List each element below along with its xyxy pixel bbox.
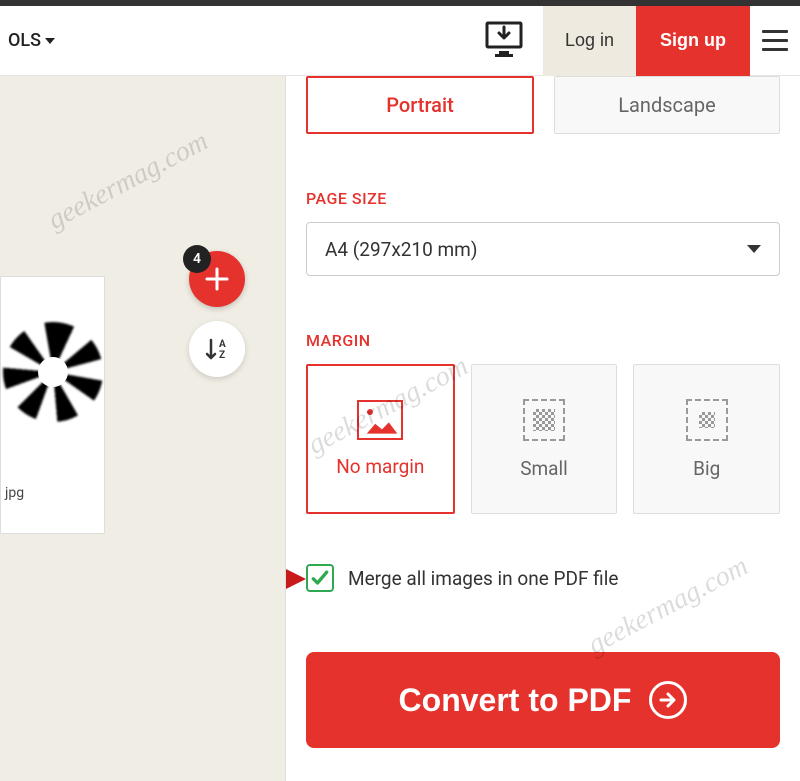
caret-down-icon [45,38,55,44]
sort-button[interactable]: A Z [189,321,245,377]
page-size-select[interactable]: A4 (297x210 mm) [306,222,780,276]
convert-to-pdf-button[interactable]: Convert to PDF [306,652,780,748]
margin-label: MARGIN [306,331,780,350]
arrow-right-circle-icon [649,681,687,719]
hamburger-menu-button[interactable] [750,30,800,51]
signup-button[interactable]: Sign up [636,6,750,76]
margin-small-icon [523,399,565,441]
left-panel: jpg 4 A Z [0,76,285,781]
margin-big[interactable]: Big [633,364,780,514]
thumbnail-filename: jpg [1,467,104,505]
orientation-portrait[interactable]: Portrait [306,76,534,134]
page-size-value: A4 (297x210 mm) [325,238,477,261]
login-button[interactable]: Log in [543,6,636,76]
margin-small[interactable]: Small [471,364,618,514]
margin-no-margin[interactable]: No margin [306,364,455,514]
svg-text:A: A [219,339,226,350]
annotation-arrow [285,562,308,600]
chevron-down-icon [747,245,761,253]
merge-checkbox[interactable] [306,564,334,592]
thumbnail-image [1,277,104,467]
sort-az-icon: A Z [204,336,230,362]
options-panel: Portrait Landscape PAGE SIZE A4 (297x210… [285,76,800,781]
convert-label: Convert to PDF [399,682,632,719]
image-thumbnail-card[interactable]: jpg [0,276,105,534]
check-icon [310,568,330,588]
image-count-badge: 4 [183,245,211,273]
header: OLS Log in Sign up [0,6,800,76]
merge-label: Merge all images in one PDF file [348,567,618,590]
orientation-landscape[interactable]: Landscape [554,76,780,134]
svg-text:Z: Z [219,350,225,361]
plus-icon [203,265,231,293]
tools-label: OLS [8,30,41,51]
image-icon [357,400,403,440]
orientation-row: Portrait Landscape [306,76,780,134]
margin-row: No margin Small Big [306,364,780,514]
page-size-label: PAGE SIZE [306,189,780,208]
margin-big-icon [686,399,728,441]
merge-row: Merge all images in one PDF file [306,564,780,592]
add-images-button[interactable]: 4 [189,251,245,307]
desktop-download-icon[interactable] [485,21,523,61]
tools-dropdown[interactable]: OLS [0,30,63,51]
